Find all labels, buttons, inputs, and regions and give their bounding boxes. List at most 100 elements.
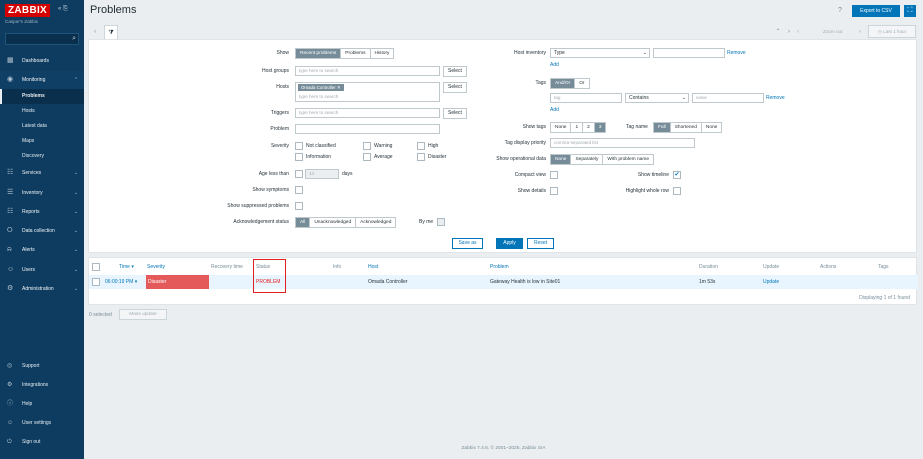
row-problem[interactable]: Gateway Health is low in Site01 bbox=[490, 279, 560, 285]
tags-operator-selector[interactable]: And/Or Or bbox=[550, 78, 590, 89]
triggers-input[interactable]: type here to search bbox=[295, 108, 440, 118]
host-groups-input[interactable]: type here to search bbox=[295, 66, 440, 76]
hosts-select-button[interactable]: Select bbox=[443, 82, 467, 93]
sidebar-item-sign-out[interactable]: ⏻ Sign out bbox=[0, 434, 84, 450]
kiosk-mode-icon[interactable]: ⛶ bbox=[904, 5, 916, 17]
collapse-sidebar-icon[interactable]: « ⎘ bbox=[58, 6, 68, 13]
host-inventory-add-link[interactable]: Add bbox=[550, 62, 559, 68]
chevron-left-icon[interactable]: ‹ bbox=[90, 25, 100, 39]
ack-acknowledged[interactable]: Acknowledged bbox=[356, 218, 395, 227]
sidebar-item-user-settings[interactable]: ☺ User settings bbox=[0, 415, 84, 431]
row-duration[interactable]: 1m 53s bbox=[699, 279, 715, 285]
show-suppressed-checkbox[interactable] bbox=[295, 202, 303, 210]
zabbix-logo[interactable]: ZABBIX bbox=[5, 4, 51, 17]
age-checkbox[interactable] bbox=[295, 170, 303, 178]
save-as-button[interactable]: Save as bbox=[452, 238, 483, 249]
sidebar-sub-discovery[interactable]: Discovery bbox=[0, 149, 84, 164]
sidebar-item-dashboards[interactable]: ▦ Dashboards bbox=[0, 52, 84, 70]
problem-input[interactable] bbox=[295, 124, 440, 134]
opdata-none[interactable]: None bbox=[551, 155, 572, 164]
show-timeline-checkbox[interactable] bbox=[673, 171, 681, 179]
show-tags-none[interactable]: None bbox=[551, 123, 572, 132]
sidebar-item-support[interactable]: ◎ Support bbox=[0, 358, 84, 374]
sidebar-search-input[interactable]: ⌕ bbox=[5, 33, 79, 45]
row-update-link[interactable]: Update bbox=[763, 279, 779, 285]
tag-name-full[interactable]: Full bbox=[654, 123, 671, 132]
chevron-right-icon[interactable]: › bbox=[785, 25, 793, 39]
highlight-row-checkbox[interactable] bbox=[673, 187, 681, 195]
table-row[interactable]: 06:00:19 PM ▾ Disaster PROBLEM Omada Con… bbox=[89, 275, 918, 289]
zoom-out-button[interactable]: Zoom out bbox=[823, 25, 842, 39]
host-inventory-dropdown[interactable]: Type ⌄ bbox=[550, 48, 650, 58]
sidebar-item-administration[interactable]: ⚙ Administration ⌄ bbox=[0, 280, 84, 298]
show-symptoms-checkbox[interactable] bbox=[295, 186, 303, 194]
export-csv-button[interactable]: Export to CSV bbox=[852, 5, 900, 17]
search-icon[interactable]: ⌕ bbox=[72, 35, 76, 43]
tag-name-none[interactable]: None bbox=[702, 123, 721, 132]
show-problems[interactable]: Problems bbox=[341, 49, 371, 58]
ack-status-selector[interactable]: All Unacknowledged Acknowledged bbox=[295, 217, 397, 228]
show-details-checkbox[interactable] bbox=[550, 187, 558, 195]
chevron-left-icon[interactable]: ‹ bbox=[795, 25, 801, 39]
sidebar-sub-maps[interactable]: Maps bbox=[0, 134, 84, 149]
show-history[interactable]: History bbox=[371, 49, 394, 58]
age-input[interactable]: 14 bbox=[305, 169, 339, 179]
sidebar-item-reports[interactable]: ☷ Reports ⌄ bbox=[0, 203, 84, 221]
sidebar-item-integrations[interactable]: ⚙ Integrations bbox=[0, 377, 84, 393]
host-inventory-value-input[interactable] bbox=[653, 48, 725, 58]
opdata-with-name[interactable]: With problem name bbox=[603, 155, 653, 164]
by-me-checkbox[interactable] bbox=[437, 218, 445, 226]
sidebar-item-data-collection[interactable]: ⭘ Data collection ⌄ bbox=[0, 222, 84, 240]
opdata-selector[interactable]: None Separately With problem name bbox=[550, 154, 654, 165]
tag-remove-link[interactable]: Remove bbox=[766, 95, 785, 101]
severity-high-checkbox[interactable] bbox=[417, 142, 425, 150]
show-tags-2[interactable]: 2 bbox=[583, 123, 595, 132]
ack-all[interactable]: All bbox=[296, 218, 311, 227]
tag-name-shortened[interactable]: Shortened bbox=[671, 123, 702, 132]
tag-operator-dropdown[interactable]: Contains ⌄ bbox=[625, 93, 689, 103]
ack-unacknowledged[interactable]: Unacknowledged bbox=[310, 218, 357, 227]
col-problem[interactable]: Problem bbox=[490, 264, 509, 270]
sidebar-item-users[interactable]: ☺ Users ⌄ bbox=[0, 261, 84, 279]
tag-add-link[interactable]: Add bbox=[550, 107, 559, 113]
row-checkbox[interactable] bbox=[92, 278, 100, 286]
tag-value-input[interactable]: value bbox=[692, 93, 764, 103]
show-tags-selector[interactable]: None 1 2 3 bbox=[550, 122, 607, 133]
opdata-separately[interactable]: Separately bbox=[571, 155, 604, 164]
show-tags-1[interactable]: 1 bbox=[571, 123, 584, 132]
tag-name-input[interactable]: tag bbox=[550, 93, 622, 103]
host-groups-select-button[interactable]: Select bbox=[443, 66, 467, 77]
hosts-input[interactable]: Omada Controller ✕ type here to search bbox=[295, 82, 440, 102]
compact-view-checkbox[interactable] bbox=[550, 171, 558, 179]
severity-not-classified-checkbox[interactable] bbox=[295, 142, 303, 150]
tags-or[interactable]: Or bbox=[575, 79, 588, 88]
tag-priority-input[interactable]: comma-separated list bbox=[550, 138, 695, 148]
sidebar-sub-latest-data[interactable]: Latest data bbox=[0, 119, 84, 134]
severity-disaster-checkbox[interactable] bbox=[417, 153, 425, 161]
sidebar-item-alerts[interactable]: ⍾ Alerts ⌄ bbox=[0, 241, 84, 259]
sidebar-item-monitoring[interactable]: ◉ Monitoring ⌃ bbox=[0, 71, 84, 89]
row-time[interactable]: 06:00:19 PM ▾ bbox=[105, 279, 137, 285]
triggers-select-button[interactable]: Select bbox=[443, 108, 467, 119]
close-icon[interactable]: ✕ bbox=[337, 85, 341, 90]
help-icon[interactable]: ? bbox=[838, 7, 842, 14]
time-period-button[interactable]: ◷ Last 1 hour bbox=[868, 25, 916, 38]
col-time[interactable]: Time ▾ bbox=[119, 264, 134, 270]
severity-average-checkbox[interactable] bbox=[363, 153, 371, 161]
chevron-right-icon[interactable]: › bbox=[857, 25, 863, 39]
sidebar-sub-problems[interactable]: Problems bbox=[0, 89, 84, 104]
sidebar-item-inventory[interactable]: ☰ Inventory ⌄ bbox=[0, 184, 84, 202]
col-host[interactable]: Host bbox=[368, 264, 378, 270]
row-host[interactable]: Omada Controller bbox=[368, 279, 407, 285]
show-selector[interactable]: Recent problems Problems History bbox=[295, 48, 395, 59]
host-tag[interactable]: Omada Controller ✕ bbox=[298, 84, 344, 91]
reset-button[interactable]: Reset bbox=[527, 238, 554, 249]
severity-information-checkbox[interactable] bbox=[295, 153, 303, 161]
tag-name-selector[interactable]: Full Shortened None bbox=[653, 122, 723, 133]
severity-warning-checkbox[interactable] bbox=[363, 142, 371, 150]
select-all-checkbox[interactable] bbox=[92, 263, 100, 271]
tags-and-or[interactable]: And/Or bbox=[551, 79, 576, 88]
chevron-up-icon[interactable]: ⌃ bbox=[774, 25, 782, 39]
show-recent-problems[interactable]: Recent problems bbox=[296, 49, 342, 58]
col-severity[interactable]: Severity bbox=[147, 264, 165, 270]
